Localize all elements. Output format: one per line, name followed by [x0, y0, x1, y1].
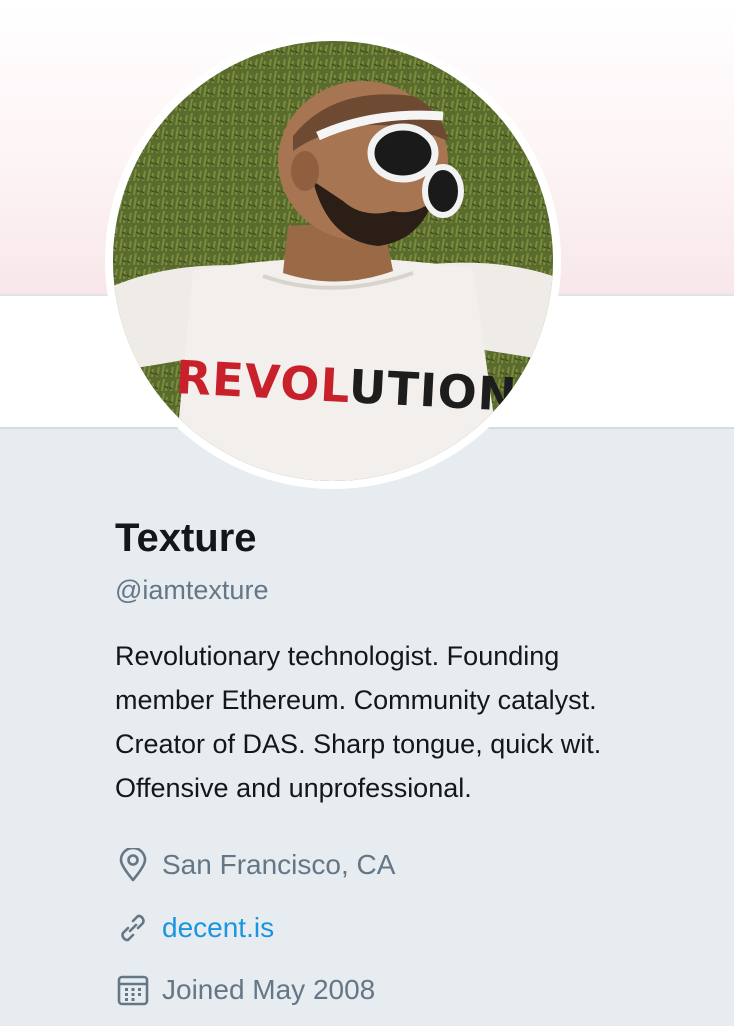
- profile-location: San Francisco, CA: [115, 845, 395, 885]
- profile-joined: Joined May 2008: [115, 970, 375, 1010]
- profile-card: Texture @iamtexture Revolutionary techno…: [115, 512, 715, 810]
- profile-handle[interactable]: @iamtexture: [115, 572, 715, 608]
- profile-bio: Revolutionary technologist. Founding mem…: [115, 641, 602, 803]
- joined-text: Joined May 2008: [162, 974, 376, 1005]
- location-text: San Francisco, CA: [162, 849, 396, 880]
- avatar[interactable]: REVOLUTIONARY: [113, 41, 553, 481]
- profile-website[interactable]: decent.is: [115, 908, 274, 948]
- avatar-frame[interactable]: REVOLUTIONARY: [105, 33, 561, 489]
- link-icon: [115, 910, 151, 946]
- calendar-icon: [115, 972, 151, 1008]
- profile-name[interactable]: Texture: [115, 512, 715, 564]
- avatar-image: REVOLUTIONARY: [113, 41, 553, 481]
- map-pin-icon: [115, 847, 151, 883]
- website-link[interactable]: decent.is: [162, 908, 274, 948]
